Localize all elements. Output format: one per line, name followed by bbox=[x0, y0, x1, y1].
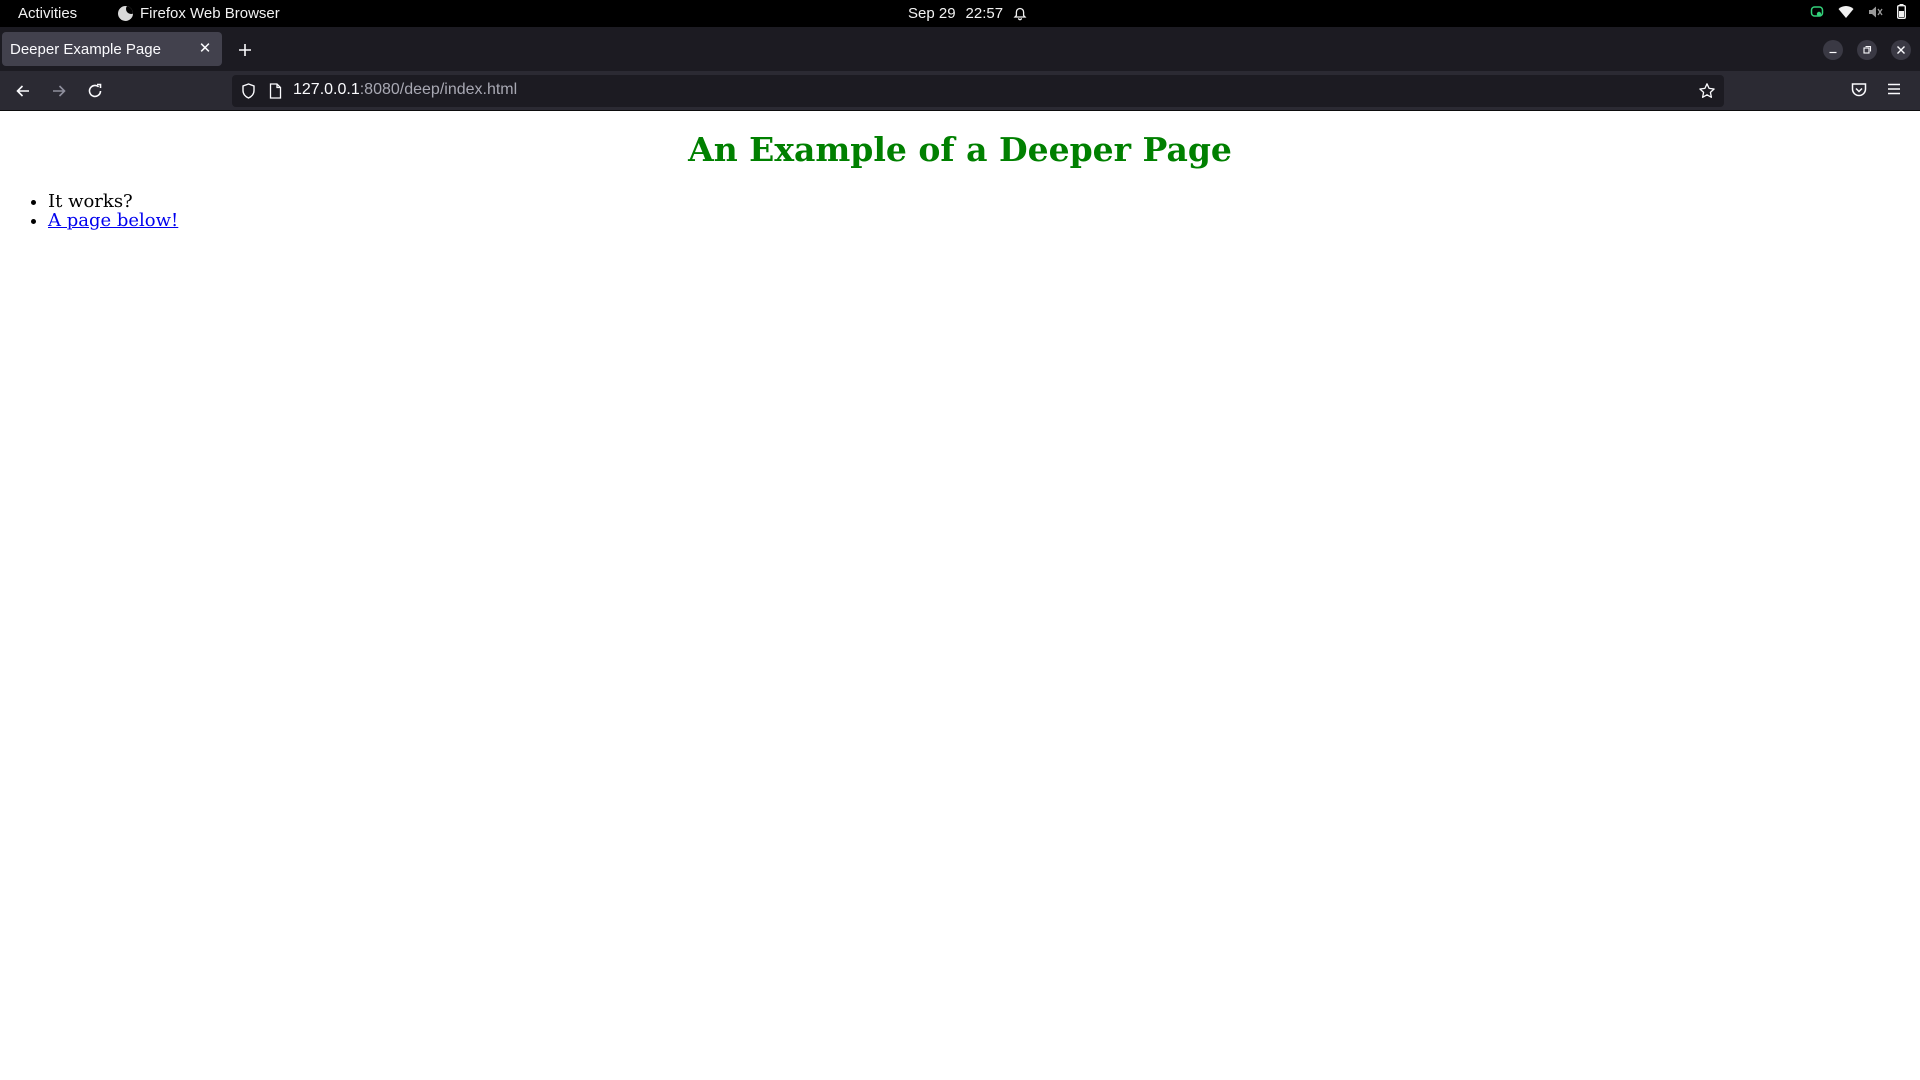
tab-title: Deeper Example Page bbox=[10, 40, 161, 58]
clock-time: 22:57 bbox=[965, 5, 1004, 22]
system-tray[interactable] bbox=[1810, 4, 1906, 19]
close-icon bbox=[1897, 46, 1905, 54]
pocket-icon bbox=[1851, 83, 1867, 97]
list-item-text: It works? bbox=[48, 191, 133, 212]
url-host: 127.0.0.1 bbox=[293, 81, 360, 98]
list-item-page-below: A page below! bbox=[48, 211, 178, 230]
new-tab-button[interactable] bbox=[234, 39, 256, 61]
reload-icon bbox=[88, 83, 102, 98]
reload-button[interactable] bbox=[84, 80, 106, 102]
page-below-link[interactable]: A page below! bbox=[48, 210, 178, 231]
bullet-list: It works? A page below! bbox=[48, 192, 178, 230]
battery-icon bbox=[1897, 4, 1906, 19]
pocket-button[interactable] bbox=[1850, 81, 1868, 104]
plus-icon bbox=[239, 44, 251, 56]
app-menu[interactable]: Firefox Web Browser bbox=[118, 5, 280, 22]
app-menu-label: Firefox Web Browser bbox=[140, 5, 280, 22]
url-text[interactable]: 127.0.0.1:8080/deep/index.html bbox=[293, 81, 517, 99]
forward-button[interactable] bbox=[48, 80, 70, 102]
list-item-it-works: It works? bbox=[48, 192, 178, 211]
arrow-left-icon bbox=[16, 85, 29, 97]
hamburger-menu-icon bbox=[1888, 83, 1900, 95]
bookmark-star-icon[interactable] bbox=[1698, 82, 1716, 100]
system-top-bar: Activities Firefox Web Browser Sep 29 22… bbox=[0, 0, 1920, 27]
page-info-icon[interactable] bbox=[269, 83, 282, 99]
tab-close-icon[interactable]: ✕ bbox=[196, 40, 214, 58]
restore-button[interactable] bbox=[1857, 40, 1877, 60]
tab-strip: Deeper Example Page ✕ bbox=[0, 27, 1920, 71]
wifi-icon bbox=[1838, 5, 1854, 18]
page-content: An Example of a Deeper Page It works? A … bbox=[0, 112, 1920, 1080]
restore-icon bbox=[1863, 45, 1872, 54]
back-button[interactable] bbox=[12, 80, 34, 102]
screen-share-icon bbox=[1810, 5, 1824, 17]
app-menu-button[interactable] bbox=[1886, 81, 1902, 102]
tracking-protection-shield-icon[interactable] bbox=[241, 83, 256, 99]
tab-deeper-example-page[interactable]: Deeper Example Page ✕ bbox=[2, 32, 222, 66]
activities-button[interactable]: Activities bbox=[18, 5, 77, 22]
minimize-icon bbox=[1829, 51, 1837, 54]
volume-muted-icon bbox=[1869, 6, 1883, 17]
minimize-button[interactable] bbox=[1823, 40, 1843, 60]
clock-date: Sep 29 bbox=[908, 5, 956, 22]
page-heading: An Example of a Deeper Page bbox=[688, 130, 1232, 169]
navigation-toolbar: 127.0.0.1:8080/deep/index.html bbox=[0, 71, 1920, 111]
firefox-icon bbox=[118, 6, 133, 21]
close-window-button[interactable] bbox=[1891, 40, 1911, 60]
url-path: :8080/deep/index.html bbox=[359, 81, 518, 98]
arrow-right-icon bbox=[53, 85, 66, 97]
address-bar[interactable]: 127.0.0.1:8080/deep/index.html bbox=[232, 75, 1724, 107]
alarm-bell-icon bbox=[1013, 7, 1027, 20]
clock[interactable]: Sep 29 22:57 bbox=[908, 5, 1027, 22]
